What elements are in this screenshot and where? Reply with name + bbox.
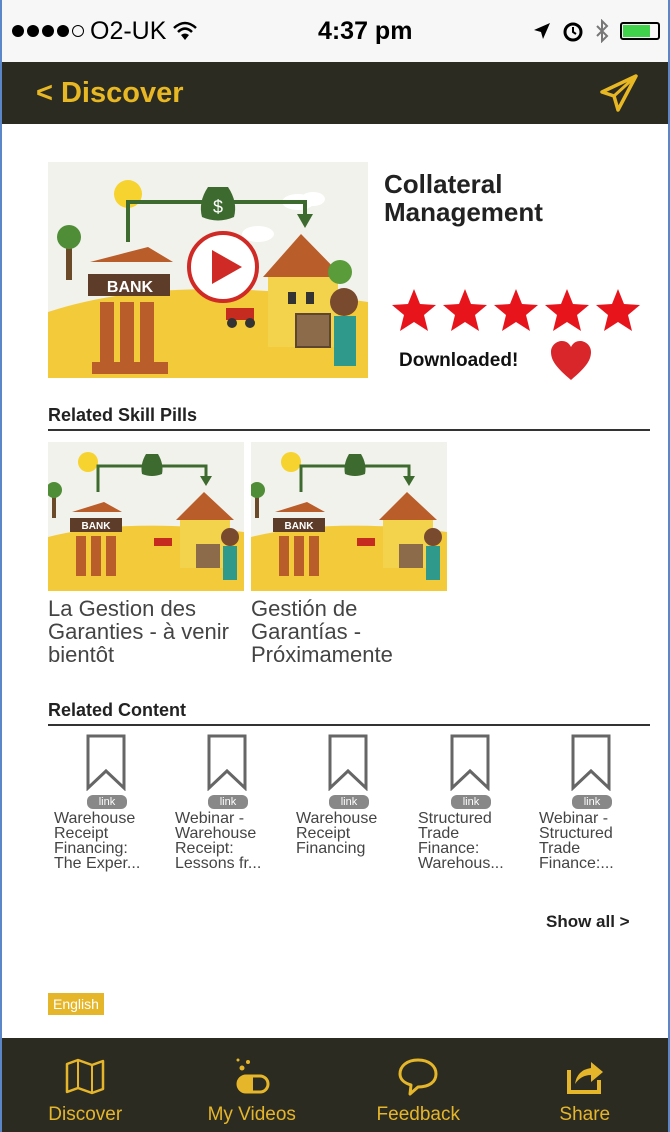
play-icon[interactable] — [187, 231, 259, 303]
heart-icon[interactable] — [549, 340, 593, 382]
related-content-item[interactable]: link Warehouse Receipt Financing — [296, 733, 408, 857]
tab-label: Discover — [48, 1104, 123, 1125]
skill-pill-illustration: BANK — [251, 452, 447, 591]
skill-pill-card[interactable]: BANK Gestión de Garantías - Próximamente — [251, 442, 447, 666]
show-all-link[interactable]: Show all > — [546, 912, 630, 932]
status-bar: O2-UK 4:37 pm — [2, 0, 668, 62]
tab-my-videos[interactable]: My Videos — [169, 1038, 336, 1132]
related-content-title[interactable]: Webinar - Structured Trade Finance:... — [539, 811, 651, 872]
star-icon[interactable] — [390, 286, 438, 334]
link-badge: link — [329, 795, 369, 809]
bookmark-icon[interactable] — [570, 733, 612, 791]
back-button[interactable]: < Discover — [36, 77, 184, 110]
location-arrow-icon — [533, 23, 550, 39]
battery-level — [622, 25, 651, 37]
language-badge[interactable]: English — [48, 993, 104, 1015]
battery-icon — [619, 22, 660, 40]
related-content-item[interactable]: link Warehouse Receipt Financing: The Ex… — [54, 733, 166, 872]
related-content-item[interactable]: link Webinar - Warehouse Receipt: Lesson… — [175, 733, 287, 872]
signal-strength-icon — [12, 25, 84, 37]
downloaded-label: Downloaded! — [399, 350, 519, 371]
bank-sign: BANK — [82, 521, 112, 532]
alarm-clock-icon — [563, 22, 583, 42]
wifi-icon — [173, 21, 198, 40]
status-right — [532, 19, 660, 43]
tab-label: My Videos — [207, 1104, 296, 1125]
link-badge: link — [87, 795, 127, 809]
status-time: 4:37 pm — [317, 16, 413, 45]
related-content-title[interactable]: Warehouse Receipt Financing: The Exper..… — [54, 811, 166, 872]
speech-bubble-icon — [398, 1058, 438, 1096]
carrier-name: O2-UK — [90, 16, 167, 45]
related-content-item[interactable]: link Structured Trade Finance: Warehous.… — [418, 733, 530, 872]
star-icon[interactable] — [594, 286, 642, 334]
video-illustration: $ BANK — [48, 180, 368, 378]
skill-pill-title[interactable]: Gestión de Garantías - Próximamente — [251, 597, 447, 666]
map-icon — [66, 1058, 105, 1095]
bookmark-icon[interactable] — [327, 733, 369, 791]
skill-pill-thumbnail[interactable]: BANK — [251, 442, 447, 591]
pill-icon — [236, 1058, 270, 1094]
tab-share[interactable]: Share — [502, 1038, 669, 1132]
tab-label: Feedback — [376, 1104, 460, 1125]
star-icon[interactable] — [441, 286, 489, 334]
star-icon[interactable] — [492, 286, 540, 334]
bookmark-icon[interactable] — [85, 733, 127, 791]
video-title: Collateral Management — [384, 169, 543, 227]
star-rating[interactable] — [390, 286, 642, 334]
bank-sign: BANK — [285, 521, 315, 532]
link-badge: link — [451, 795, 491, 809]
paper-plane-icon[interactable] — [598, 72, 640, 114]
bookmark-icon[interactable] — [449, 733, 491, 791]
related-content-title[interactable]: Warehouse Receipt Financing — [296, 811, 408, 857]
star-icon[interactable] — [543, 286, 591, 334]
bank-sign: BANK — [107, 279, 154, 296]
tab-label: Share — [559, 1104, 611, 1125]
bookmark-icon[interactable] — [206, 733, 248, 791]
link-badge: link — [208, 795, 248, 809]
related-content-title[interactable]: Structured Trade Finance: Warehous... — [418, 811, 530, 872]
skill-pill-illustration: BANK — [48, 452, 244, 591]
status-left: O2-UK — [12, 17, 198, 46]
bluetooth-icon — [596, 19, 609, 43]
nav-bar: < Discover — [2, 62, 668, 124]
related-skill-pills-header: Related Skill Pills — [48, 405, 650, 431]
related-content-title[interactable]: Webinar - Warehouse Receipt: Lessons fr.… — [175, 811, 287, 872]
skill-pill-thumbnail[interactable]: BANK — [48, 442, 244, 591]
related-content-item[interactable]: link Webinar - Structured Trade Finance:… — [539, 733, 651, 872]
tab-feedback[interactable]: Feedback — [335, 1038, 502, 1132]
money-bag-icon: $ — [200, 187, 236, 221]
link-badge: link — [572, 795, 612, 809]
share-icon — [566, 1062, 603, 1094]
video-thumbnail[interactable]: $ BANK — [48, 162, 368, 378]
skill-pill-title[interactable]: La Gestion des Garanties - à venir bient… — [48, 597, 244, 666]
related-content-header: Related Content — [48, 700, 650, 726]
tab-discover[interactable]: Discover — [2, 1038, 169, 1132]
skill-pill-card[interactable]: BANK La Gestion des Garanties - à venir … — [48, 442, 244, 666]
svg-text:$: $ — [213, 197, 223, 217]
tab-bar: Discover My Videos Feedback Share — [2, 1038, 668, 1132]
